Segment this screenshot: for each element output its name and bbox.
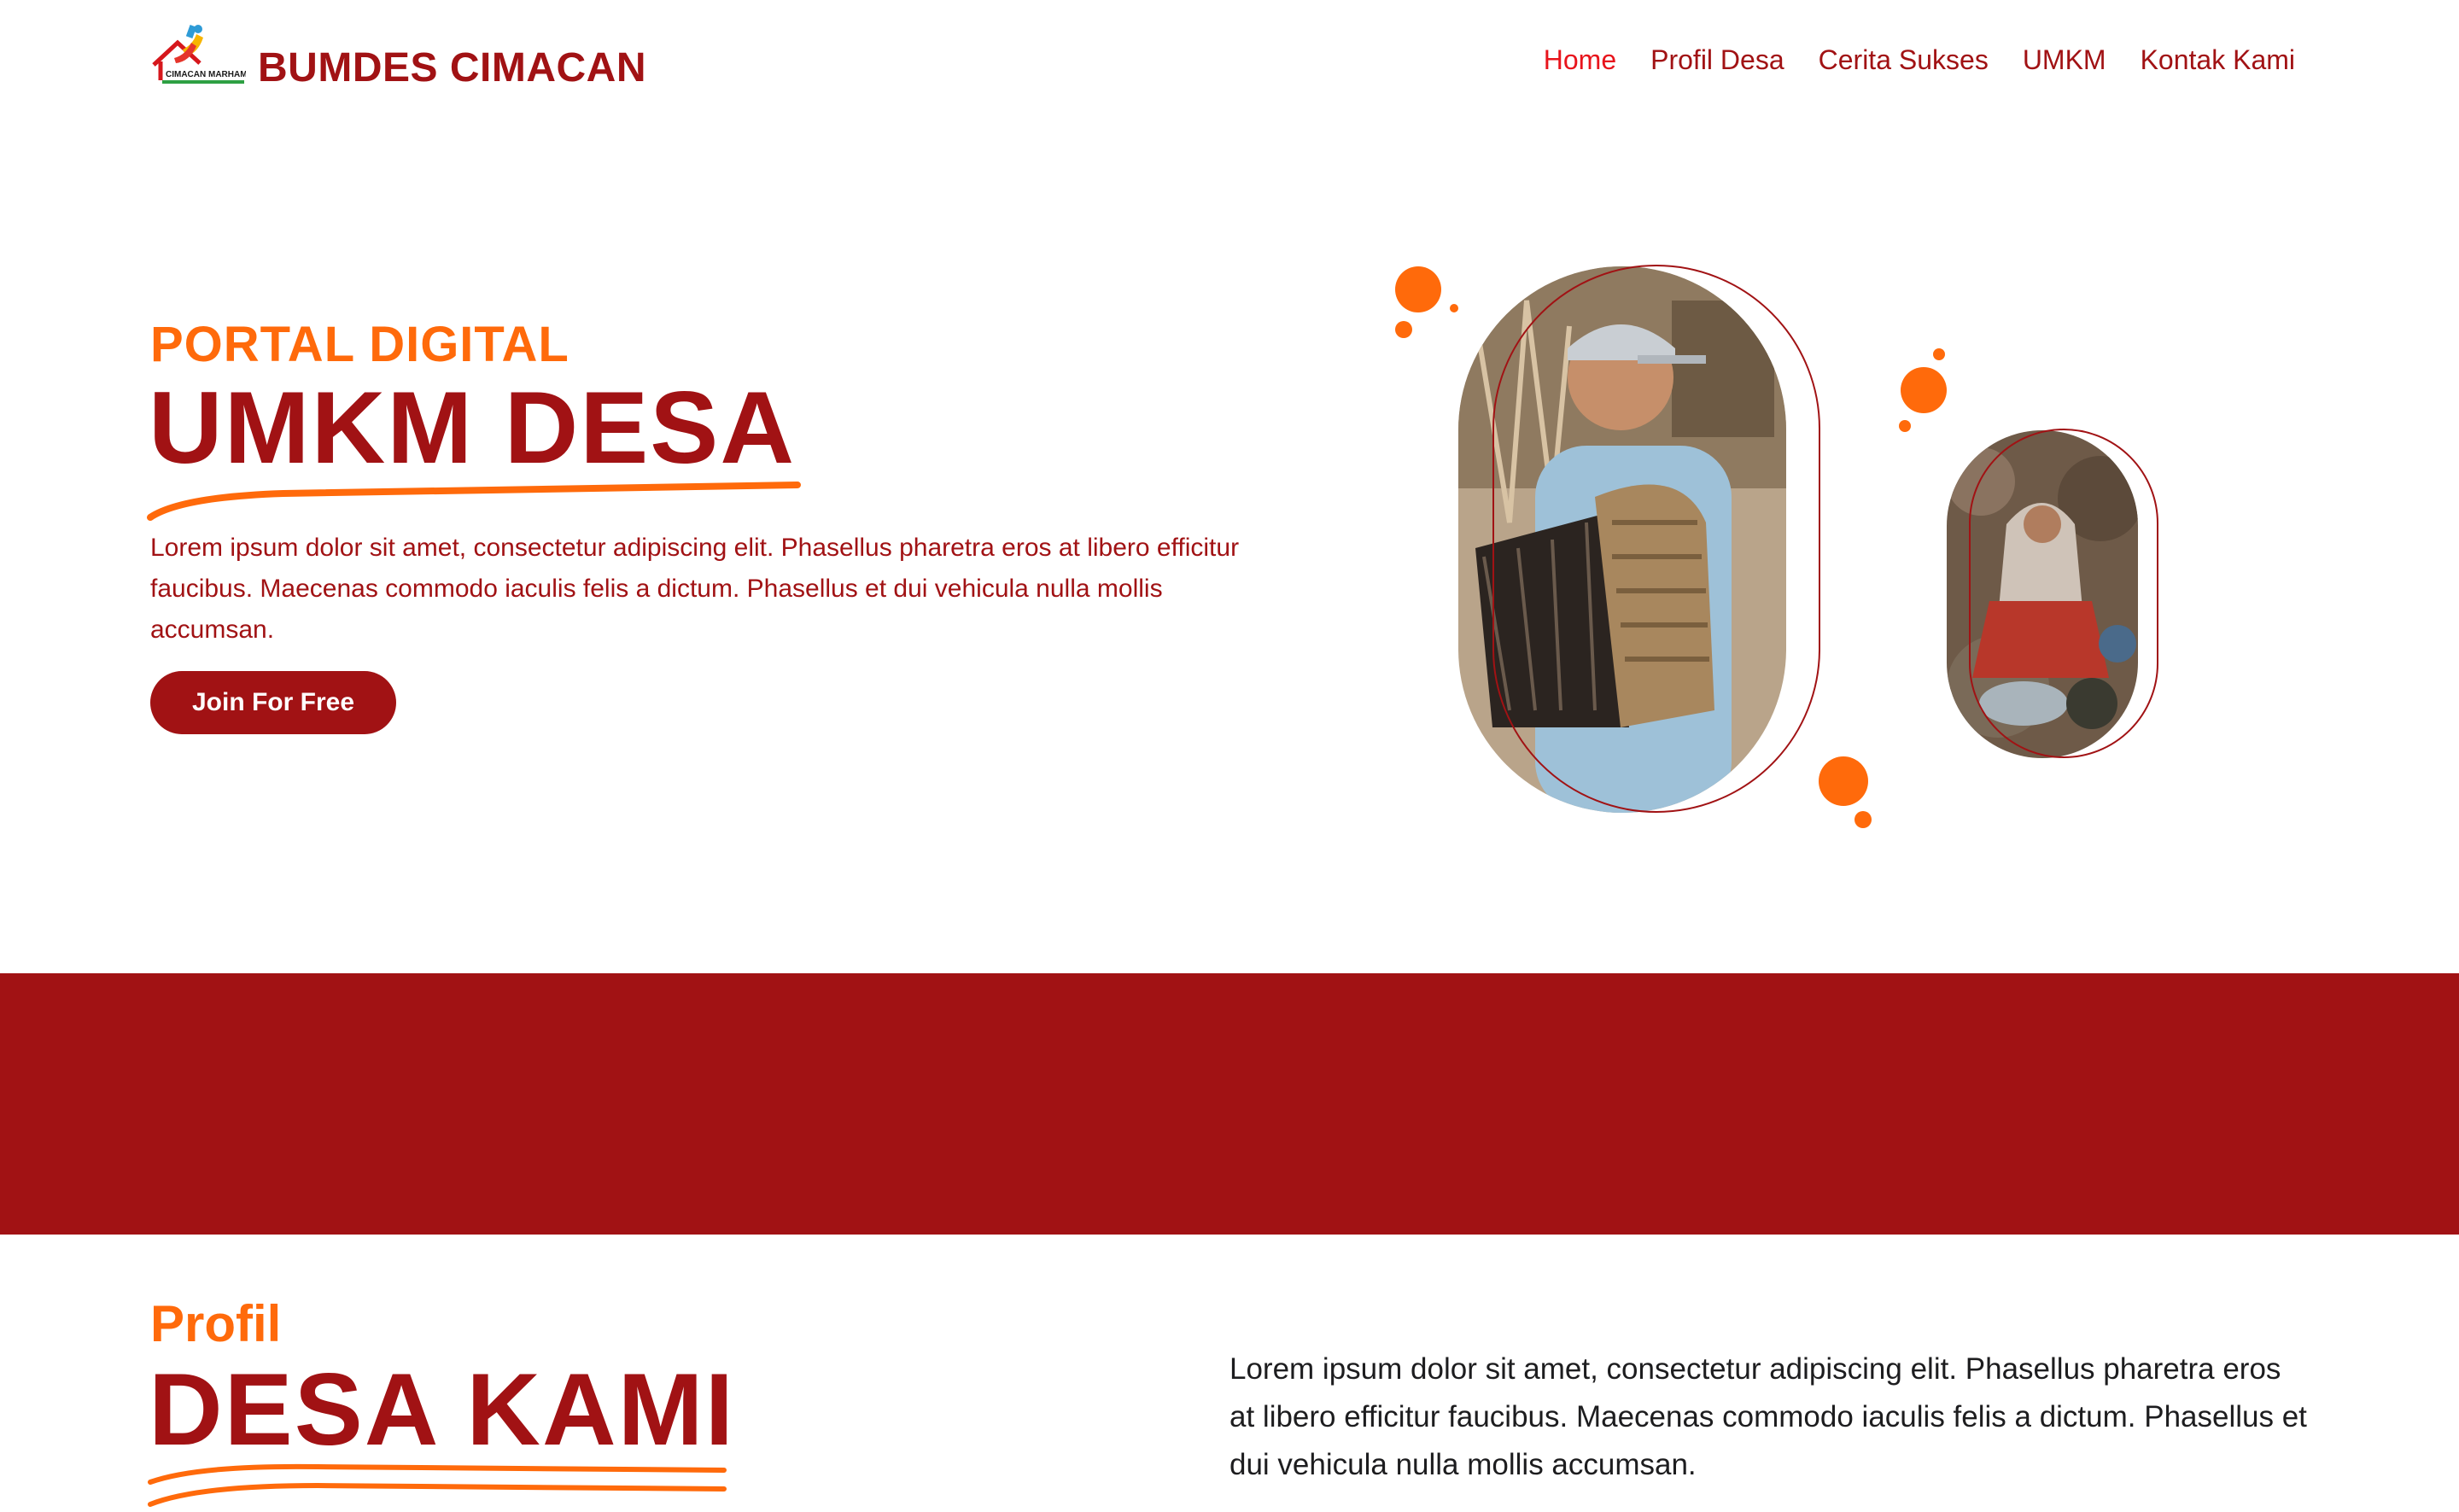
- page: CIMACAN MARHAMAH BUMDES CIMACAN Home Pro…: [0, 0, 2459, 1512]
- red-banner: [0, 973, 2459, 1235]
- nav-cerita-sukses[interactable]: Cerita Sukses: [1819, 44, 1989, 76]
- decor-dot: [1450, 304, 1458, 312]
- decor-dot: [1899, 420, 1911, 432]
- decor-dot: [1819, 756, 1868, 806]
- join-for-free-button[interactable]: Join For Free: [150, 671, 396, 734]
- profil-eyebrow: Profil: [150, 1295, 282, 1352]
- nav-home[interactable]: Home: [1544, 44, 1616, 76]
- decor-dot: [1854, 811, 1872, 828]
- logo-text: CIMACAN MARHAMAH: [166, 70, 246, 79]
- nav-umkm[interactable]: UMKM: [2023, 44, 2106, 76]
- nav-kontak-kami[interactable]: Kontak Kami: [2141, 44, 2295, 76]
- brand-name[interactable]: BUMDES CIMACAN: [258, 44, 646, 91]
- hero-title-underline: [147, 482, 801, 521]
- hero-description: Lorem ipsum dolor sit amet, consectetur …: [150, 534, 1240, 644]
- main-photo-frame: [1492, 265, 1820, 813]
- profil-title: DESA KAMI: [149, 1352, 735, 1467]
- hero-eyebrow: PORTAL DIGITAL: [150, 317, 569, 372]
- decor-dot: [1933, 348, 1945, 360]
- decor-dot: [1901, 367, 1947, 413]
- bumdes-logo[interactable]: CIMACAN MARHAMAH: [149, 24, 246, 99]
- main-nav: Home Profil Desa Cerita Sukses UMKM Kont…: [1544, 44, 2295, 76]
- decor-dot: [1395, 321, 1412, 338]
- nav-profil-desa[interactable]: Profil Desa: [1650, 44, 1784, 76]
- decor-dot: [1395, 266, 1441, 312]
- profil-description: Lorem ipsum dolor sit amet, consectetur …: [1230, 1352, 2307, 1481]
- profil-title-underline: [148, 1463, 727, 1507]
- small-photo-frame: [1969, 429, 2158, 758]
- hero-title: UMKM DESA: [149, 371, 796, 485]
